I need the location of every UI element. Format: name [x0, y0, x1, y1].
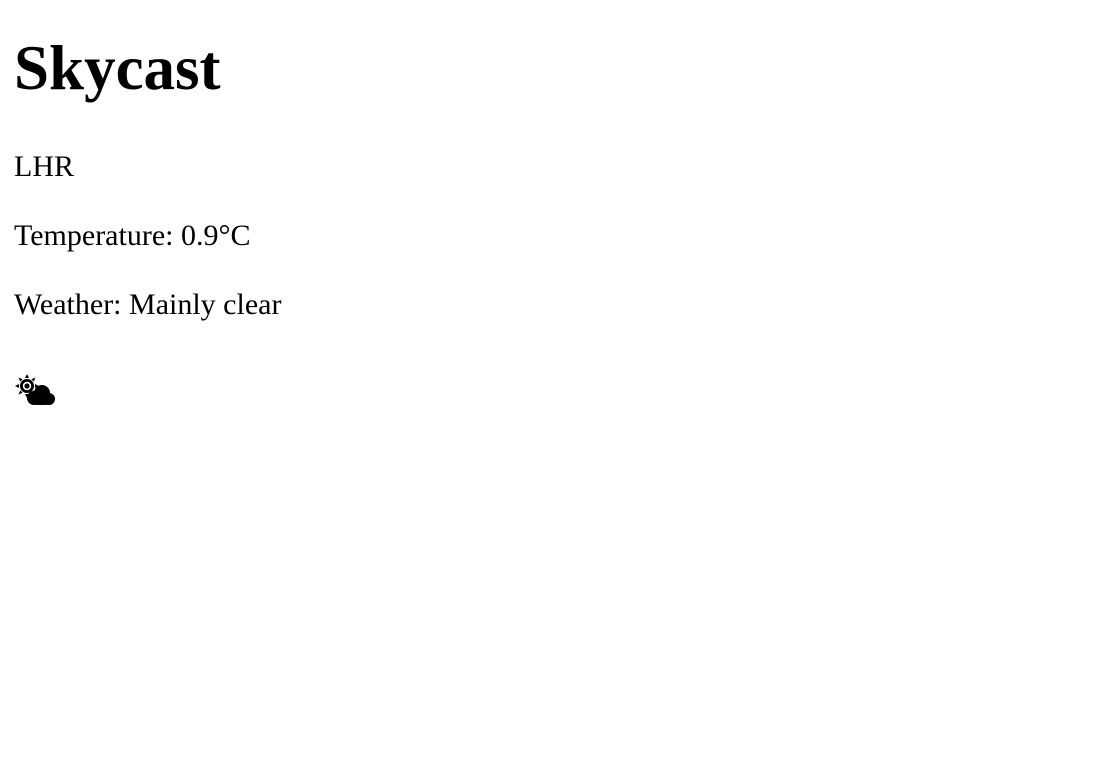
app-title: Skycast [14, 33, 221, 103]
sun-behind-cloud-icon [14, 373, 56, 407]
temperature-text: Temperature: 0.9°C [14, 219, 251, 252]
weather-description: Weather: Mainly clear [14, 288, 282, 321]
station-code: LHR [14, 150, 74, 183]
weather-page: Skycast LHR Temperature: 0.9°C Weather: … [0, 0, 1102, 407]
